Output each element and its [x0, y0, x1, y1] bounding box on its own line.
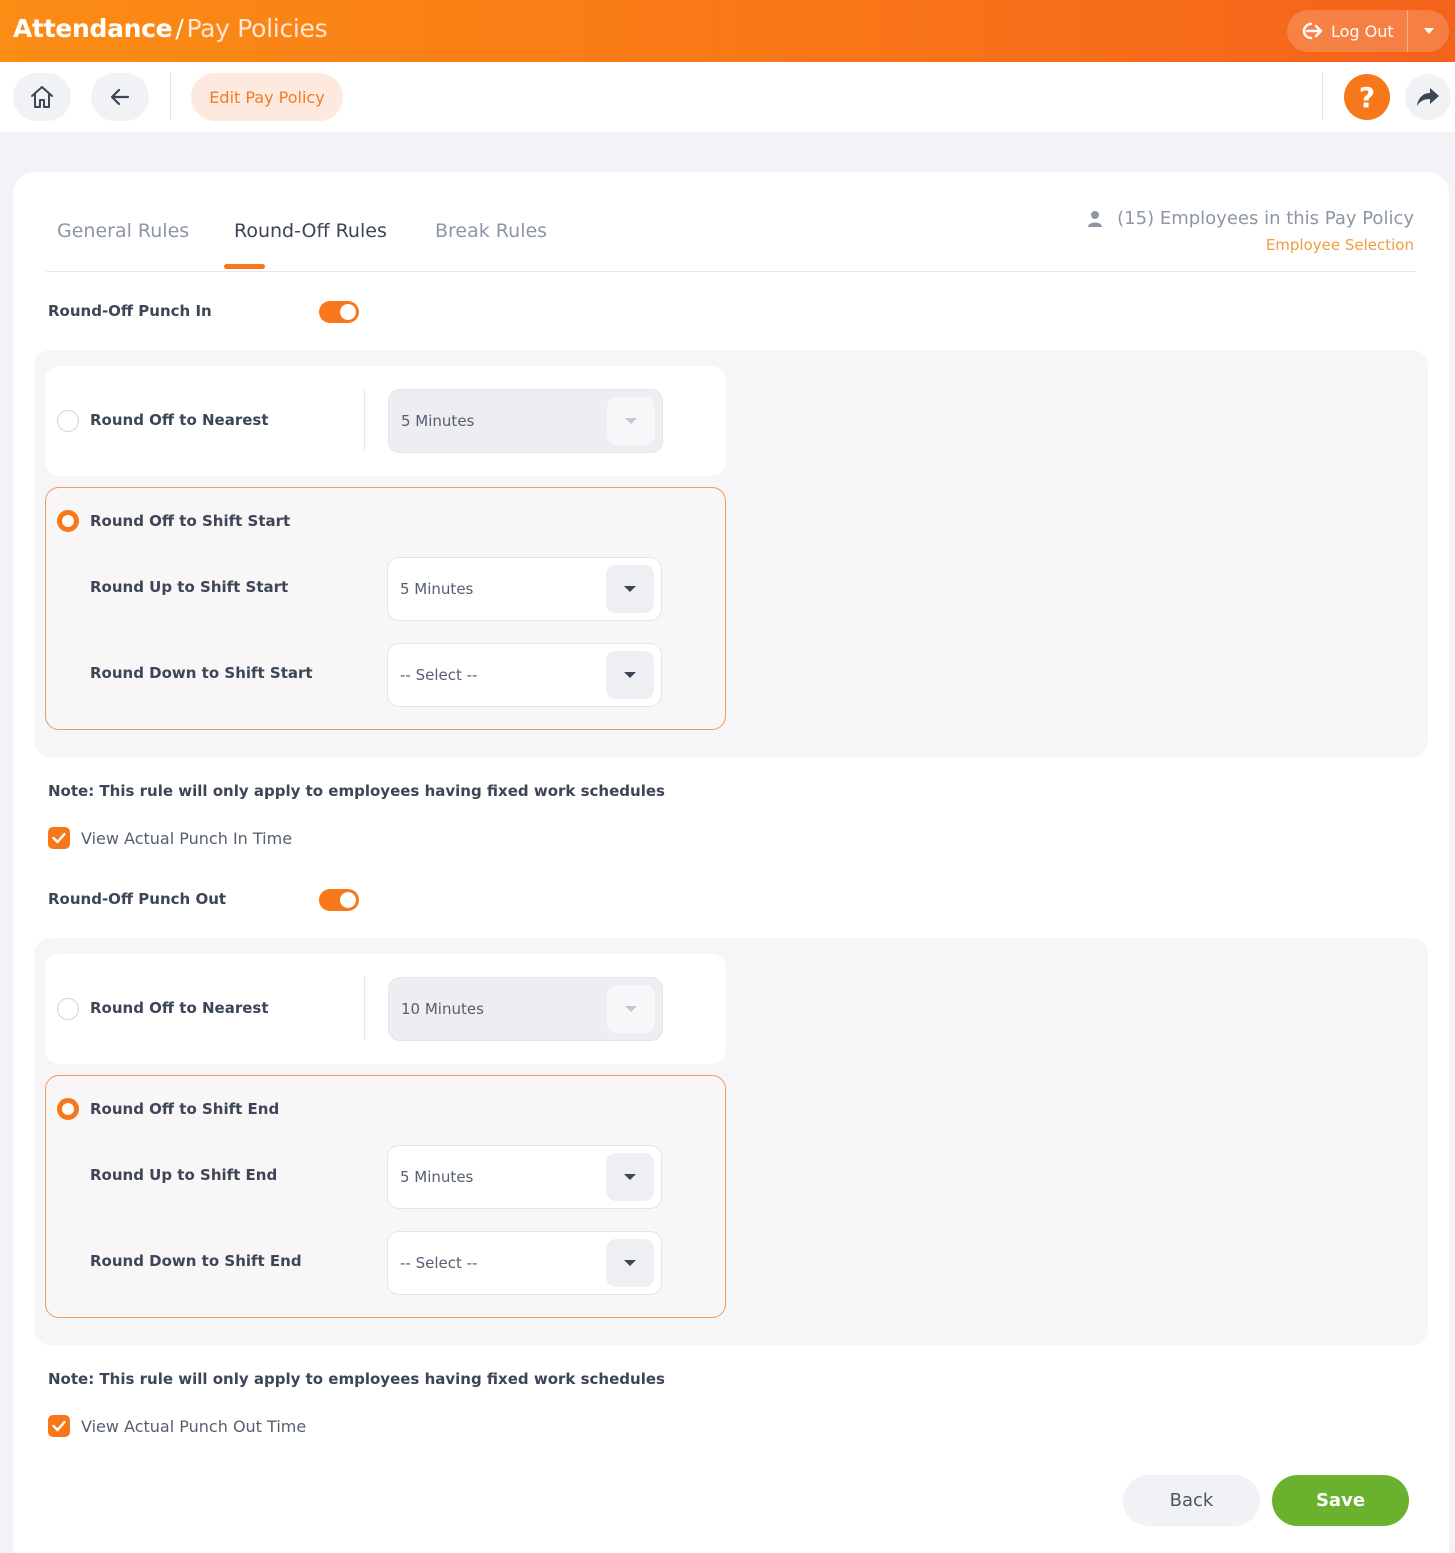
round-up-shift-start-label: Round Up to Shift Start	[90, 578, 289, 596]
view-actual-punch-out-checkbox[interactable]	[48, 1415, 70, 1437]
view-actual-punch-in-label: View Actual Punch In Time	[81, 828, 293, 848]
page-heading: Attendance / Pay Policies	[13, 14, 328, 43]
checkmark-icon	[52, 1420, 66, 1432]
tab-round-off-rules[interactable]: Round-Off Rules	[234, 220, 387, 242]
active-tab-indicator	[224, 264, 265, 269]
select-value: 10 Minutes	[401, 1000, 484, 1018]
punch-out-toggle[interactable]	[319, 889, 359, 911]
select-toggle[interactable]	[606, 565, 654, 613]
app-title: Attendance	[13, 14, 173, 43]
tab-general-rules[interactable]: General Rules	[57, 220, 189, 242]
toggle-knob	[340, 304, 356, 320]
page-title: Pay Policies	[186, 14, 328, 43]
punch-out-shift-radio[interactable]	[57, 1098, 79, 1120]
logout-icon	[1302, 22, 1323, 40]
select-value: -- Select --	[400, 666, 478, 684]
punch-out-toggle-label: Round-Off Punch Out	[48, 890, 227, 908]
punch-in-nearest-select[interactable]: 5 Minutes	[388, 389, 663, 453]
view-actual-punch-in-row[interactable]: View Actual Punch In Time	[48, 827, 292, 849]
punch-in-nearest-option: Round Off to Nearest 5 Minutes	[45, 366, 726, 476]
logout-control: Log Out	[1287, 10, 1449, 52]
select-toggle[interactable]	[607, 397, 655, 445]
punch-in-nearest-radio[interactable]	[57, 410, 79, 432]
help-button[interactable]: ?	[1344, 74, 1390, 120]
punch-in-shift-label: Round Off to Shift Start	[90, 512, 291, 530]
round-down-shift-end-label: Round Down to Shift End	[90, 1252, 302, 1270]
home-button[interactable]	[13, 73, 71, 121]
user-menu-dropdown[interactable]	[1408, 10, 1449, 52]
round-up-shift-end-select[interactable]: 5 Minutes	[387, 1145, 662, 1209]
back-button[interactable]: Back	[1123, 1475, 1260, 1526]
checkmark-icon	[52, 832, 66, 844]
caret-down-icon	[624, 1260, 636, 1266]
punch-in-shift-option: Round Off to Shift Start Round Up to Shi…	[45, 487, 726, 730]
caret-down-icon	[625, 418, 637, 424]
employee-count: (15) Employees in this Pay Policy	[1087, 208, 1414, 229]
employee-info: (15) Employees in this Pay Policy Employ…	[1087, 208, 1414, 254]
home-icon	[31, 86, 53, 108]
select-toggle[interactable]	[607, 985, 655, 1033]
question-icon: ?	[1358, 80, 1376, 114]
toolbar: Edit Pay Policy ?	[0, 62, 1455, 132]
punch-in-nearest-label: Round Off to Nearest	[90, 411, 269, 429]
punch-in-note: Note: This rule will only apply to emplo…	[48, 782, 665, 800]
punch-out-options-panel: Round Off to Nearest 10 Minutes Round Of…	[34, 938, 1428, 1345]
view-actual-punch-in-checkbox[interactable]	[48, 827, 70, 849]
select-value: 5 Minutes	[400, 1168, 474, 1186]
round-down-shift-start-label: Round Down to Shift Start	[90, 664, 313, 682]
option-divider	[364, 976, 365, 1040]
view-actual-punch-out-label: View Actual Punch Out Time	[81, 1416, 307, 1436]
person-icon	[1088, 210, 1103, 227]
back-nav-button[interactable]	[91, 73, 149, 121]
caret-down-icon	[1423, 28, 1434, 34]
select-toggle[interactable]	[606, 1239, 654, 1287]
view-actual-punch-out-row[interactable]: View Actual Punch Out Time	[48, 1415, 306, 1437]
arrow-left-icon	[110, 88, 130, 106]
tab-break-rules[interactable]: Break Rules	[435, 220, 547, 242]
toolbar-divider	[1322, 72, 1323, 120]
punch-out-nearest-option: Round Off to Nearest 10 Minutes	[45, 954, 726, 1064]
caret-down-icon	[624, 672, 636, 678]
logout-button[interactable]: Log Out	[1287, 10, 1407, 52]
employee-count-text: (15) Employees in this Pay Policy	[1117, 208, 1414, 229]
round-up-shift-end-label: Round Up to Shift End	[90, 1166, 278, 1184]
punch-out-nearest-select[interactable]: 10 Minutes	[388, 977, 663, 1041]
share-arrow-icon	[1417, 88, 1439, 106]
select-value: -- Select --	[400, 1254, 478, 1272]
punch-out-nearest-label: Round Off to Nearest	[90, 999, 269, 1017]
round-down-shift-start-select[interactable]: -- Select --	[387, 643, 662, 707]
select-toggle[interactable]	[606, 651, 654, 699]
option-divider	[364, 388, 365, 452]
pay-policy-card: General Rules Round-Off Rules Break Rule…	[13, 172, 1449, 1553]
punch-out-shift-label: Round Off to Shift End	[90, 1100, 280, 1118]
breadcrumb-edit-pay-policy[interactable]: Edit Pay Policy	[191, 73, 343, 121]
punch-in-toggle-label: Round-Off Punch In	[48, 302, 212, 320]
toggle-knob	[340, 892, 356, 908]
punch-out-nearest-radio[interactable]	[57, 998, 79, 1020]
caret-down-icon	[624, 586, 636, 592]
save-button[interactable]: Save	[1272, 1475, 1409, 1526]
select-value: 5 Minutes	[401, 412, 475, 430]
round-up-shift-start-select[interactable]: 5 Minutes	[387, 557, 662, 621]
punch-out-note: Note: This rule will only apply to emplo…	[48, 1370, 665, 1388]
caret-down-icon	[624, 1174, 636, 1180]
punch-in-options-panel: Round Off to Nearest 5 Minutes Round Off…	[34, 350, 1428, 757]
round-down-shift-end-select[interactable]: -- Select --	[387, 1231, 662, 1295]
title-separator: /	[175, 14, 184, 43]
caret-down-icon	[625, 1006, 637, 1012]
punch-out-shift-option: Round Off to Shift End Round Up to Shift…	[45, 1075, 726, 1318]
toolbar-divider	[170, 72, 171, 120]
share-button[interactable]	[1405, 74, 1451, 120]
logout-label: Log Out	[1331, 21, 1394, 41]
select-value: 5 Minutes	[400, 580, 474, 598]
punch-in-toggle[interactable]	[319, 301, 359, 323]
punch-in-shift-radio[interactable]	[57, 510, 79, 532]
employee-selection-link[interactable]: Employee Selection	[1087, 236, 1414, 254]
select-toggle[interactable]	[606, 1153, 654, 1201]
app-header: Attendance / Pay Policies Log Out	[0, 0, 1455, 62]
